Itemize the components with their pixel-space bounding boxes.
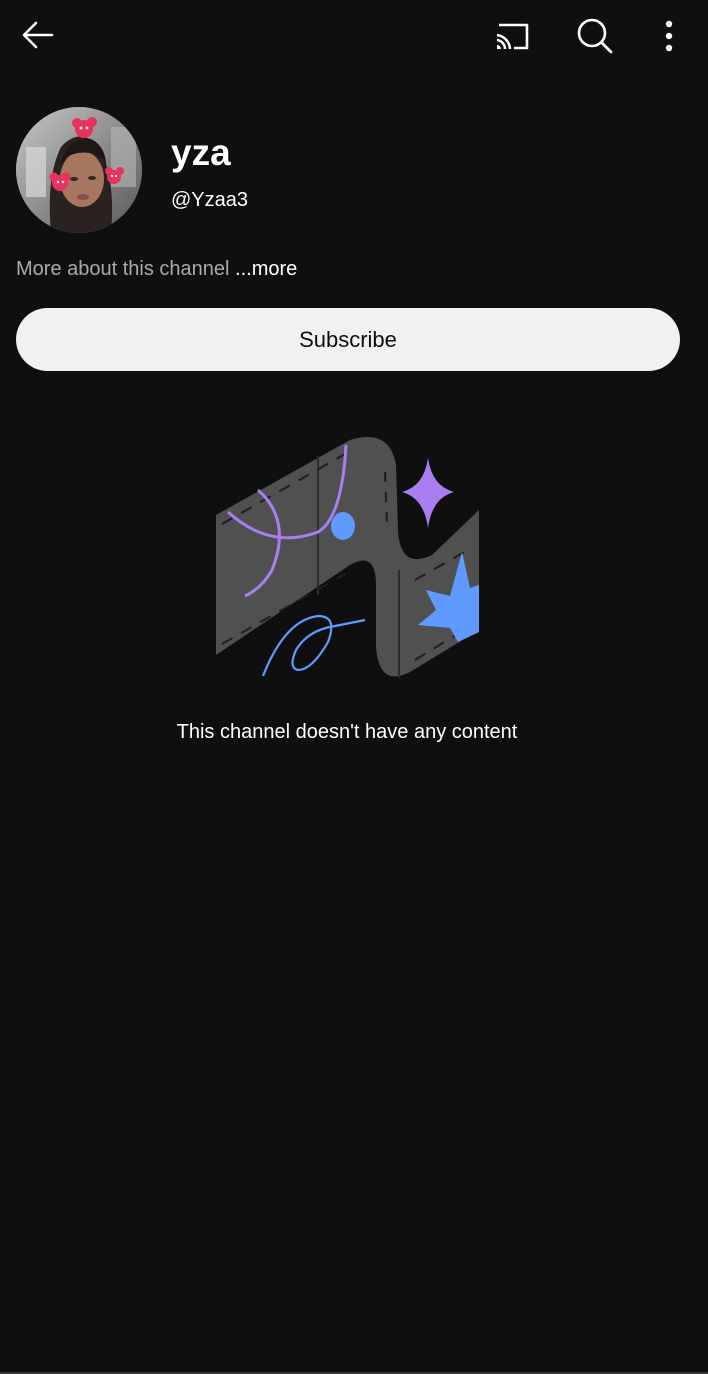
channel-name: yza: [171, 132, 231, 173]
top-app-bar: [0, 0, 708, 72]
channel-description-row[interactable]: More about this channel ...more: [16, 256, 297, 282]
cast-button[interactable]: [487, 12, 535, 60]
more-options-button[interactable]: [645, 12, 693, 60]
subscribe-button[interactable]: Subscribe: [16, 308, 680, 371]
more-vertical-icon: [665, 20, 673, 52]
more-link[interactable]: ...more: [235, 258, 297, 280]
empty-channel-illustration: [216, 437, 479, 678]
search-icon: [577, 18, 613, 54]
empty-state-illustration: [200, 420, 500, 690]
search-button[interactable]: [571, 12, 619, 60]
back-button[interactable]: [14, 11, 62, 59]
avatar-photo: [16, 107, 142, 233]
channel-description: More about this channel: [16, 258, 230, 280]
channel-avatar[interactable]: [16, 107, 142, 233]
cast-icon: [496, 23, 529, 50]
arrow-left-icon: [22, 21, 54, 49]
empty-state-message: This channel doesn't have any content: [176, 721, 518, 743]
channel-handle: @Yzaa3: [171, 189, 249, 211]
